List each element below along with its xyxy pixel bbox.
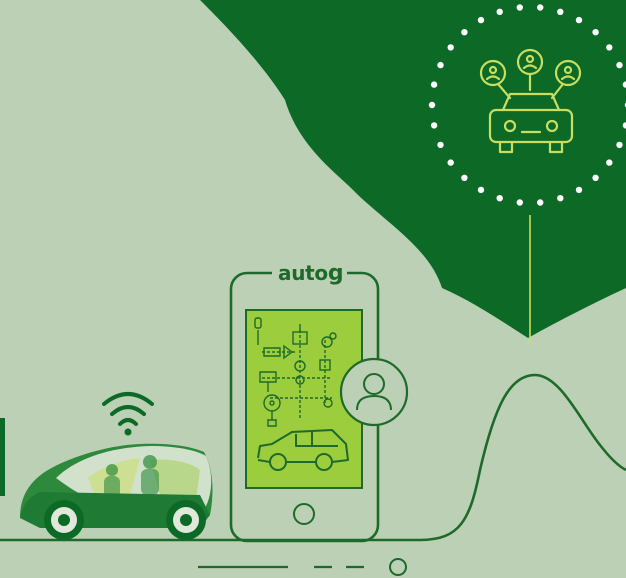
logo-glyph: g <box>327 261 344 286</box>
dark-green-cloud-shape <box>200 0 626 338</box>
user-profile-icon <box>339 357 409 427</box>
ring-dot <box>606 44 613 51</box>
ring-dot <box>575 16 583 24</box>
ring-dot <box>592 29 599 36</box>
ring-dot <box>557 195 564 202</box>
ring-dot <box>606 159 613 166</box>
ring-dot <box>428 101 436 109</box>
wifi-icon <box>102 392 154 436</box>
ring-dot <box>496 195 503 202</box>
smartphone-icon <box>229 271 409 543</box>
ring-dot <box>447 44 454 51</box>
bottom-dot <box>389 558 407 576</box>
ring-dot <box>592 174 599 181</box>
ring-dot <box>437 141 444 149</box>
ring-dot <box>537 199 544 206</box>
front-wheel <box>44 500 84 540</box>
ring-dot <box>575 186 583 194</box>
rear-wheel <box>166 500 206 540</box>
ring-dot <box>447 159 454 166</box>
logo-wordmark-text: auto <box>278 261 328 285</box>
ring-dot <box>430 122 438 129</box>
ring-dot <box>461 29 468 36</box>
ring-dot <box>557 8 564 15</box>
ring-dot <box>616 141 623 149</box>
illustration-scene: autog <box>0 0 626 578</box>
ring-dot <box>516 4 523 11</box>
ring-dot <box>537 4 544 11</box>
autogarage-logo: autog <box>272 261 348 286</box>
ring-dot <box>430 81 438 88</box>
ring-dot <box>477 16 485 24</box>
left-edge-block <box>0 418 5 496</box>
ring-dot <box>516 199 523 206</box>
home-button-icon <box>293 503 315 525</box>
connected-car-icon <box>20 443 213 540</box>
ring-dot <box>461 174 468 181</box>
scene-artwork <box>0 0 626 576</box>
ring-dot <box>496 8 503 15</box>
ring-dot <box>477 186 485 194</box>
ring-dot <box>616 61 623 69</box>
ring-dot <box>437 61 444 69</box>
